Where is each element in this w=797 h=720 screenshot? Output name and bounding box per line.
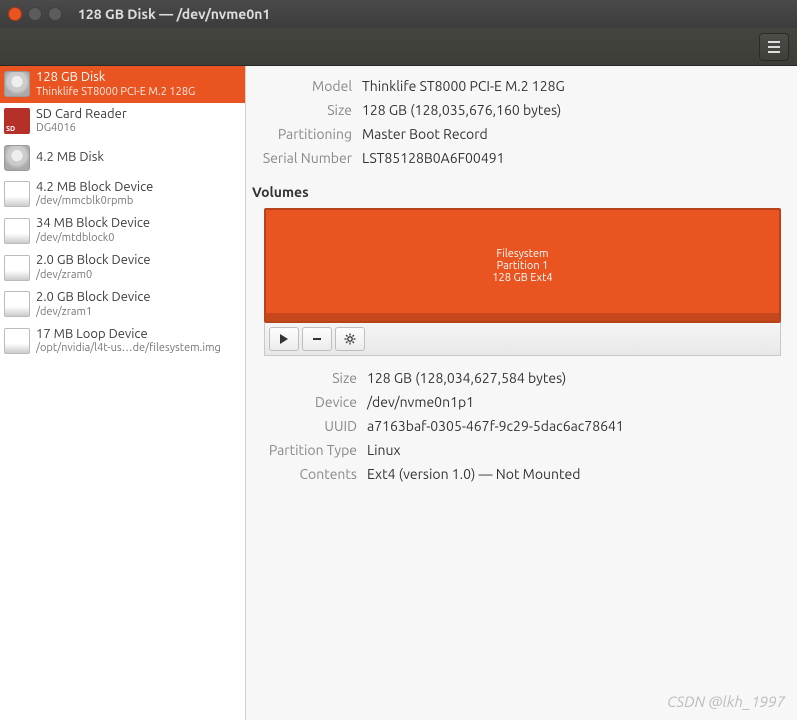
blk-icon <box>4 218 30 244</box>
titlebar: 128 GB Disk — /dev/nvme0n1 <box>0 0 797 28</box>
disk-icon <box>4 145 30 171</box>
sidebar-item-subtitle: Thinklife ST8000 PCI-E M.2 128G <box>36 86 195 99</box>
gear-icon <box>344 333 356 345</box>
blk-icon <box>4 291 30 317</box>
sidebar-item-7[interactable]: 17 MB Loop Device/opt/nvidia/l4t-us…de/f… <box>0 323 245 360</box>
content: 128 GB DiskThinklife ST8000 PCI-E M.2 12… <box>0 66 797 720</box>
maximize-icon[interactable] <box>48 7 62 21</box>
label-device: Device <box>252 394 357 410</box>
sidebar-item-text: 4.2 MB Disk <box>36 150 104 166</box>
volume-partition[interactable]: Filesystem Partition 1 128 GB Ext4 <box>264 208 781 323</box>
sidebar-item-text: SD Card ReaderDG4016 <box>36 107 127 136</box>
label-size: Size <box>252 102 352 118</box>
sidebar-item-subtitle: DG4016 <box>36 122 127 135</box>
blk-icon <box>4 255 30 281</box>
volumes-header: Volumes <box>252 184 781 200</box>
label-serial: Serial Number <box>252 150 352 166</box>
sidebar-item-title: 17 MB Loop Device <box>36 327 221 343</box>
sidebar-item-subtitle: /dev/zram0 <box>36 269 151 282</box>
sidebar-item-title: 4.2 MB Block Device <box>36 180 153 196</box>
value-serial: LST85128B0A6F00491 <box>362 150 781 166</box>
sidebar-item-6[interactable]: 2.0 GB Block Device/dev/zram1 <box>0 286 245 323</box>
sidebar-item-text: 17 MB Loop Device/opt/nvidia/l4t-us…de/f… <box>36 327 221 356</box>
detail-grid: Size 128 GB (128,034,627,584 bytes) Devi… <box>252 370 781 482</box>
sidebar-item-3[interactable]: 4.2 MB Block Device/dev/mmcblk0rpmb <box>0 176 245 213</box>
sidebar-item-2[interactable]: 4.2 MB Disk <box>0 140 245 176</box>
mount-button[interactable] <box>269 327 299 351</box>
sidebar-item-1[interactable]: SD Card ReaderDG4016 <box>0 103 245 140</box>
blk-icon <box>4 181 30 207</box>
info-grid: Model Thinklife ST8000 PCI-E M.2 128G Si… <box>252 78 781 166</box>
minus-icon <box>312 334 322 344</box>
menu-button[interactable] <box>759 33 789 61</box>
value-ptype: Linux <box>367 442 781 458</box>
sidebar-item-title: 128 GB Disk <box>36 70 195 86</box>
label-ptype: Partition Type <box>252 442 357 458</box>
minimize-icon[interactable] <box>28 7 42 21</box>
value-contents: Ext4 (version 1.0) — Not Mounted <box>367 466 781 482</box>
close-icon[interactable] <box>8 7 22 21</box>
sd-icon <box>4 108 30 134</box>
settings-button[interactable] <box>335 327 365 351</box>
label-contents: Contents <box>252 466 357 482</box>
sidebar-item-subtitle: /dev/zram1 <box>36 306 151 319</box>
label-p-size: Size <box>252 370 357 386</box>
value-p-size: 128 GB (128,034,627,584 bytes) <box>367 370 781 386</box>
value-uuid: a7163baf-0305-467f-9c29-5dac6ac78641 <box>367 418 781 434</box>
sidebar-item-title: 2.0 GB Block Device <box>36 253 151 269</box>
toolbar <box>0 28 797 66</box>
volume-toolbar <box>264 323 781 356</box>
sidebar-item-text: 2.0 GB Block Device/dev/zram0 <box>36 253 151 282</box>
main-panel: Model Thinklife ST8000 PCI-E M.2 128G Si… <box>246 66 797 720</box>
label-uuid: UUID <box>252 418 357 434</box>
play-icon <box>279 334 289 344</box>
volume-inner-shadow <box>266 210 779 321</box>
sidebar-item-text: 128 GB DiskThinklife ST8000 PCI-E M.2 12… <box>36 70 195 99</box>
disk-icon <box>4 71 30 97</box>
sidebar-item-text: 2.0 GB Block Device/dev/zram1 <box>36 290 151 319</box>
unmount-button[interactable] <box>302 327 332 351</box>
sidebar-item-subtitle: /dev/mtdblock0 <box>36 232 150 245</box>
sidebar-item-title: 2.0 GB Block Device <box>36 290 151 306</box>
sidebar: 128 GB DiskThinklife ST8000 PCI-E M.2 12… <box>0 66 246 720</box>
sidebar-item-subtitle: /opt/nvidia/l4t-us…de/filesystem.img <box>36 342 221 355</box>
sidebar-item-0[interactable]: 128 GB DiskThinklife ST8000 PCI-E M.2 12… <box>0 66 245 103</box>
sidebar-item-title: 4.2 MB Disk <box>36 150 104 166</box>
window-title: 128 GB Disk — /dev/nvme0n1 <box>78 6 270 22</box>
sidebar-item-title: SD Card Reader <box>36 107 127 123</box>
hamburger-icon <box>767 41 781 53</box>
sidebar-item-subtitle: /dev/mmcblk0rpmb <box>36 195 153 208</box>
label-partitioning: Partitioning <box>252 126 352 142</box>
label-model: Model <box>252 78 352 94</box>
sidebar-item-title: 34 MB Block Device <box>36 216 150 232</box>
value-device: /dev/nvme0n1p1 <box>367 394 781 410</box>
sidebar-item-text: 4.2 MB Block Device/dev/mmcblk0rpmb <box>36 180 153 209</box>
sidebar-item-4[interactable]: 34 MB Block Device/dev/mtdblock0 <box>0 212 245 249</box>
sidebar-item-5[interactable]: 2.0 GB Block Device/dev/zram0 <box>0 249 245 286</box>
loop-icon <box>4 328 30 354</box>
value-size: 128 GB (128,035,676,160 bytes) <box>362 102 781 118</box>
sidebar-item-text: 34 MB Block Device/dev/mtdblock0 <box>36 216 150 245</box>
value-model: Thinklife ST8000 PCI-E M.2 128G <box>362 78 781 94</box>
value-partitioning: Master Boot Record <box>362 126 781 142</box>
